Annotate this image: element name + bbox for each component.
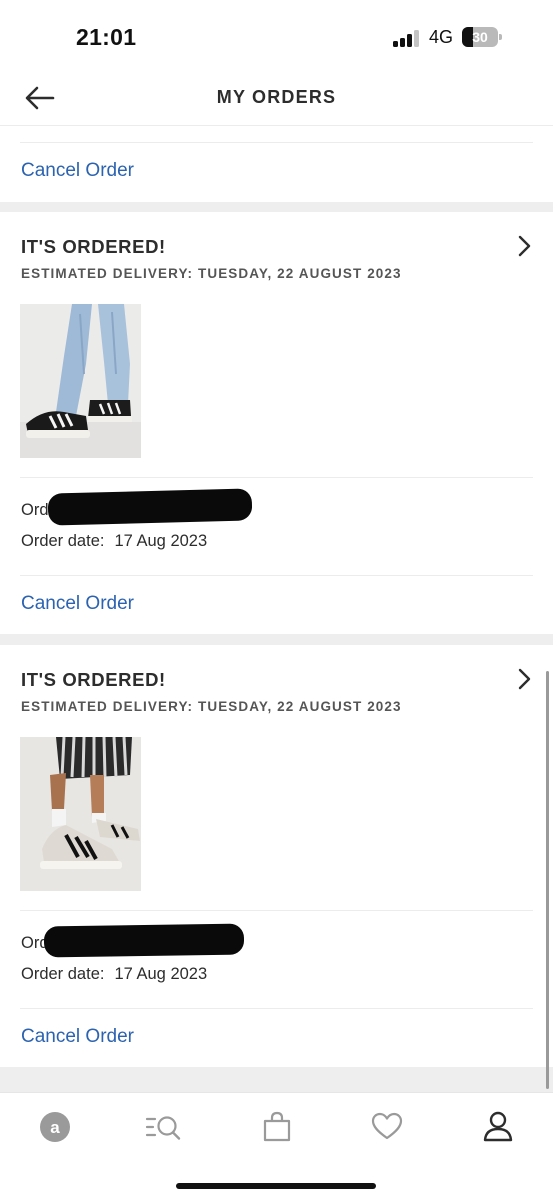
estimated-delivery: ESTIMATED DELIVERY: TUESDAY, 22 AUGUST 2… <box>21 266 402 281</box>
order-card: IT'S ORDERED! ESTIMATED DELIVERY: TUESDA… <box>0 212 553 634</box>
order-details-chevron[interactable] <box>515 668 533 690</box>
battery-icon: 30 <box>462 27 502 47</box>
network-type: 4G <box>429 27 454 47</box>
page-title: MY ORDERS <box>216 87 337 107</box>
estimated-delivery: ESTIMATED DELIVERY: TUESDAY, 22 AUGUST 2… <box>21 699 402 714</box>
orders-list[interactable]: Cancel Order IT'S ORDERED! ESTIMATED DEL… <box>0 127 553 1092</box>
bag-icon <box>263 1111 291 1142</box>
search-category-icon <box>145 1116 181 1140</box>
svg-text:a: a <box>50 1118 60 1137</box>
cancel-order-link[interactable]: Cancel Order <box>21 1026 134 1048</box>
heart-icon <box>371 1112 403 1140</box>
order-date-label: Order date: <box>21 532 105 550</box>
status-time: 21:01 <box>76 24 137 50</box>
divider <box>20 575 533 576</box>
tab-search[interactable] <box>143 1107 183 1147</box>
order-status: IT'S ORDERED! <box>21 669 166 690</box>
product-thumbnail[interactable] <box>20 737 141 891</box>
order-card: Cancel Order <box>0 127 553 202</box>
divider <box>20 1008 533 1009</box>
order-date-value: 17 Aug 2023 <box>114 532 208 550</box>
divider <box>20 142 533 143</box>
chevron-right-icon <box>518 235 531 257</box>
sneakers-image <box>20 737 141 891</box>
order-date-label: Order date: <box>21 965 105 983</box>
order-status: IT'S ORDERED! <box>21 236 166 257</box>
tab-account[interactable] <box>478 1107 518 1147</box>
profile-icon <box>483 1111 513 1142</box>
order-date-value: 17 Aug 2023 <box>114 965 208 983</box>
redaction-mark <box>47 488 253 526</box>
home-indicator <box>176 1183 376 1189</box>
divider <box>20 477 533 478</box>
redaction-mark <box>43 923 245 958</box>
order-card: IT'S ORDERED! ESTIMATED DELIVERY: TUESDA… <box>0 645 553 1067</box>
order-details-chevron[interactable] <box>515 235 533 257</box>
signal-icon <box>393 29 423 47</box>
tab-home[interactable]: a <box>35 1107 75 1147</box>
tab-bag[interactable] <box>257 1107 297 1147</box>
order-date: Order date: 17 Aug 2023 <box>21 532 207 551</box>
scrollbar[interactable] <box>546 671 549 1089</box>
tab-saved[interactable] <box>367 1107 407 1147</box>
cancel-order-link[interactable]: Cancel Order <box>21 160 134 182</box>
asos-logo-icon: a <box>40 1112 70 1142</box>
app-header: MY ORDERS <box>0 70 553 126</box>
battery-level: 30 <box>472 29 488 45</box>
chevron-right-icon <box>518 668 531 690</box>
sneakers-image <box>20 304 141 458</box>
cancel-order-link[interactable]: Cancel Order <box>21 593 134 615</box>
order-date: Order date: 17 Aug 2023 <box>21 965 207 984</box>
status-bar: 21:01 4G 30 <box>0 0 553 70</box>
divider <box>20 910 533 911</box>
product-thumbnail[interactable] <box>20 304 141 458</box>
